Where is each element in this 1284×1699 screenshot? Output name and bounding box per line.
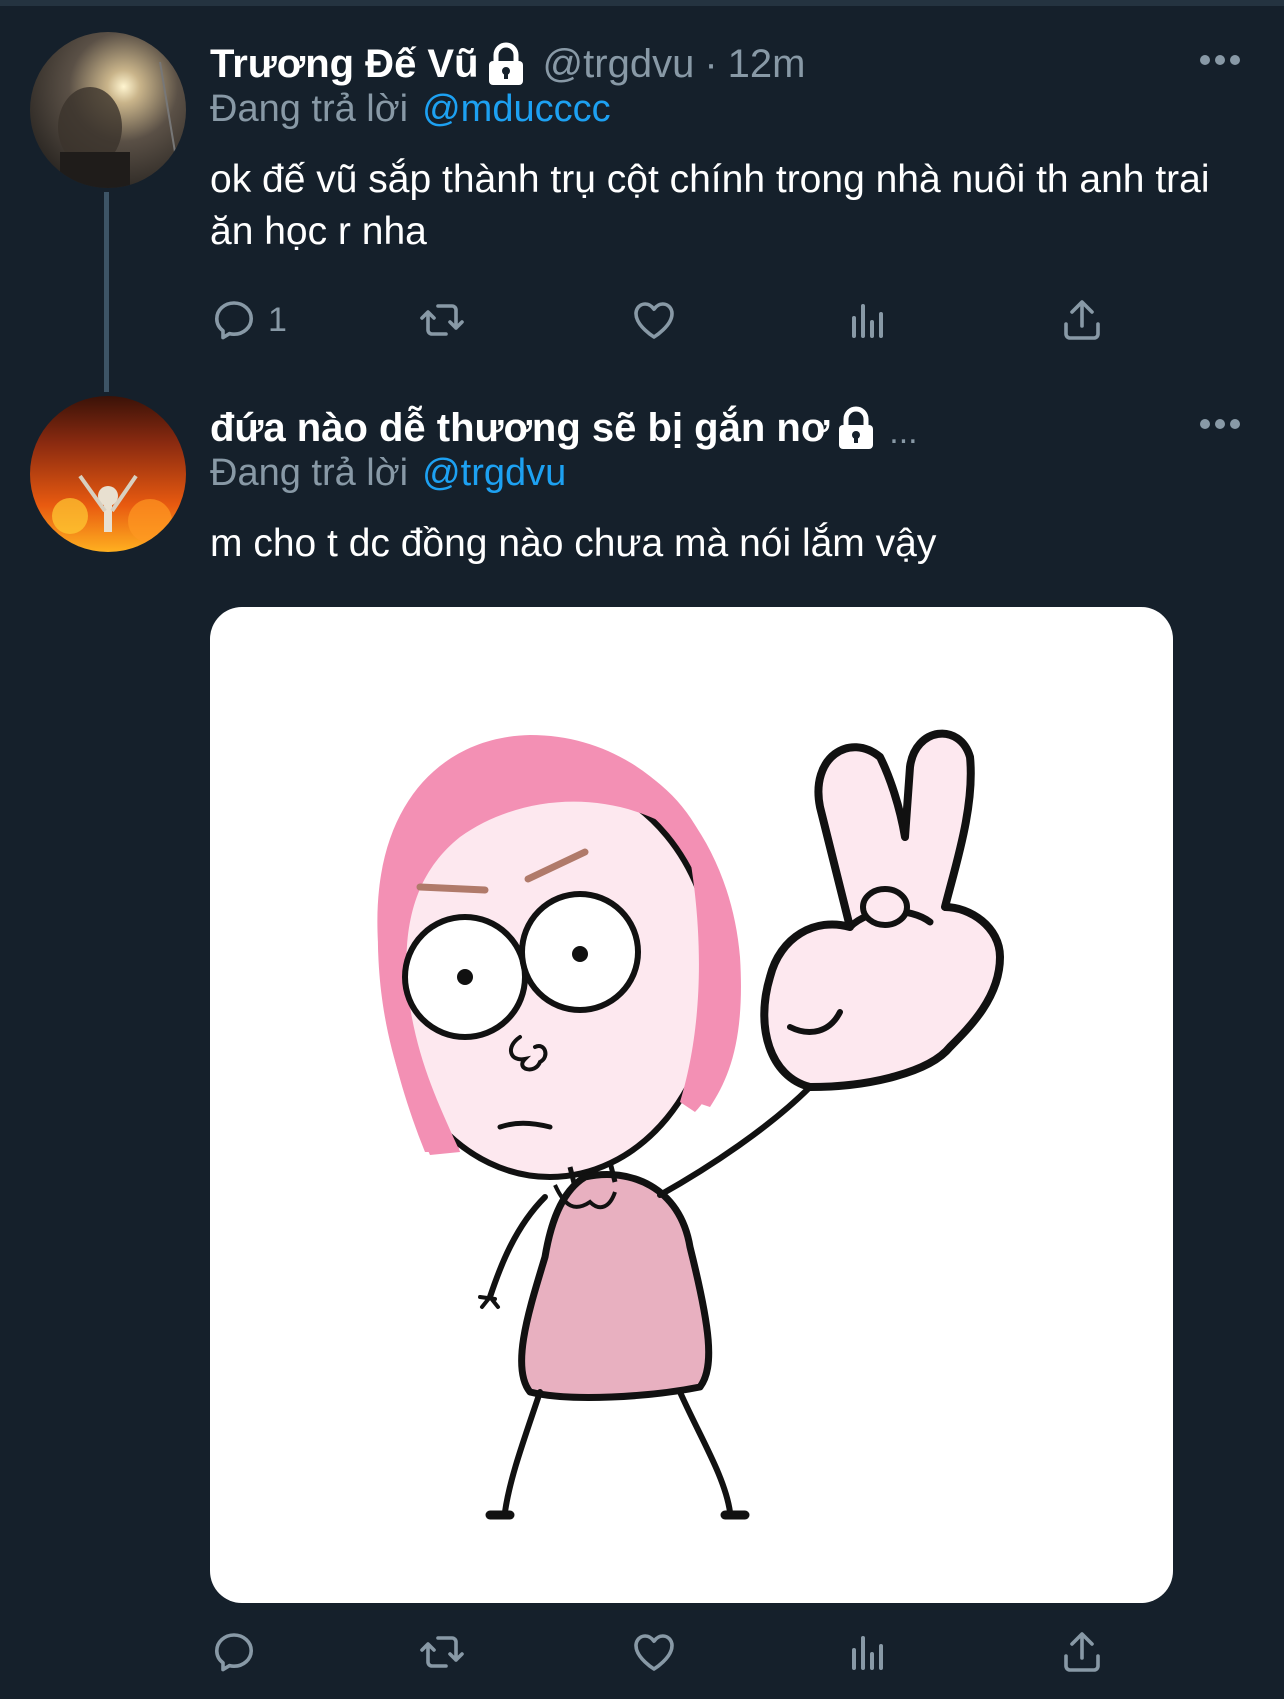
tweet-parent[interactable]: Trương Đế Vũ @trgdvu · 12m Đang trả lời @… [0, 0, 1284, 392]
analytics-icon [852, 304, 883, 338]
retweet-button[interactable] [418, 1622, 466, 1682]
share-button[interactable] [1058, 1622, 1106, 1682]
replying-to: Đang trả lời @mducccc [210, 88, 611, 131]
display-name[interactable]: đứa nào dễ thương sẽ bị gắn nơ [210, 406, 829, 451]
timestamp[interactable]: 12m [728, 42, 806, 87]
thread-connector-line [104, 192, 109, 392]
separator-dot: · [704, 41, 718, 86]
like-icon [634, 302, 674, 339]
reply-icon [215, 301, 253, 340]
reply-button[interactable]: 1 [210, 290, 287, 350]
lock-icon [835, 406, 877, 450]
reply-count: 1 [268, 300, 287, 339]
tweet-text: m cho t dc đồng nào chưa mà nói lắm vậy [210, 522, 937, 565]
tweet-media-image[interactable] [210, 607, 1173, 1603]
tweet-text: ok đế vũ sắp thành trụ cột chính trong n… [210, 158, 1210, 253]
avatar[interactable] [30, 396, 186, 552]
retweet-icon [420, 304, 464, 336]
handle[interactable]: @trgdvu [543, 42, 695, 87]
analytics-button[interactable] [844, 1622, 892, 1682]
analytics-icon [852, 1636, 883, 1670]
replying-to-label: Đang trả lời [210, 452, 409, 494]
action-bar [210, 1622, 1130, 1682]
lock-icon [485, 42, 527, 86]
display-name[interactable]: Trương Đế Vũ [210, 42, 479, 87]
retweet-icon [420, 1636, 464, 1668]
tweet-header: Trương Đế Vũ @trgdvu · 12m [210, 36, 805, 92]
reply-icon [215, 1633, 253, 1672]
share-icon [1064, 1632, 1100, 1672]
retweet-button[interactable] [418, 290, 466, 350]
more-options-icon[interactable] [1200, 50, 1240, 70]
avatar[interactable] [30, 32, 186, 188]
like-button[interactable] [630, 290, 678, 350]
tweet-header: đứa nào dễ thương sẽ bị gắn nơ ... [210, 400, 918, 456]
mention-link[interactable]: @mducccc [422, 88, 611, 130]
share-icon [1064, 300, 1100, 340]
analytics-button[interactable] [844, 290, 892, 350]
share-button[interactable] [1058, 290, 1106, 350]
cartoon-girl-peace-sign-image [377, 729, 1004, 1520]
action-bar: 1 [210, 290, 1130, 350]
more-options-icon[interactable] [1200, 414, 1240, 434]
like-button[interactable] [630, 1622, 678, 1682]
like-icon [634, 1634, 674, 1671]
replying-to: Đang trả lời @trgdvu [210, 452, 566, 495]
name-truncation: ... [889, 412, 918, 451]
mention-link[interactable]: @trgdvu [422, 452, 566, 494]
reply-button[interactable] [210, 1622, 258, 1682]
replying-to-label: Đang trả lời [210, 88, 409, 130]
